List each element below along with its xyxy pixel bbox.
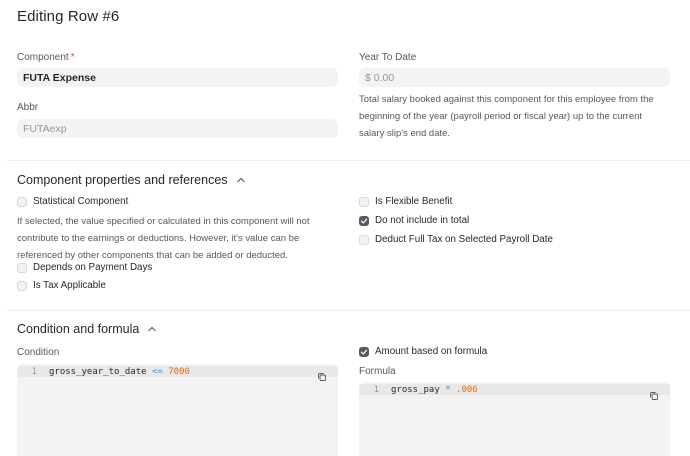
line-number: 1 [373, 384, 379, 395]
code-number: .006 [456, 384, 478, 395]
statistical-desc-line: If selected, the value specified or calc… [17, 216, 310, 227]
depends-on-payment-days-checkbox[interactable]: Depends on Payment Days [17, 262, 152, 273]
checkbox-label: Depends on Payment Days [33, 262, 153, 273]
component-value: FUTA Expense [23, 71, 96, 84]
condition-section-header[interactable]: Condition and formula [17, 322, 157, 336]
ytd-description: Total salary booked against this compone… [359, 91, 679, 142]
checkbox-checked[interactable] [359, 215, 369, 226]
properties-section-header[interactable]: Component properties and references [17, 173, 246, 187]
statistical-component-checkbox[interactable]: Statistical Component [17, 196, 128, 207]
ytd-value: $ 0.00 [365, 71, 395, 84]
checkbox-unchecked[interactable] [359, 196, 369, 207]
checkbox-unchecked[interactable] [359, 234, 369, 245]
condition-heading: Condition and formula [17, 322, 140, 336]
component-label: Component * [17, 52, 75, 63]
code-line: 1 gross_pay * .006 [359, 384, 670, 395]
checkbox-label: Is Tax Applicable [33, 280, 106, 291]
checkbox-label: Amount based on formula [375, 346, 488, 357]
checkbox-unchecked[interactable] [17, 280, 27, 291]
checkbox-checked[interactable] [359, 346, 369, 357]
checkbox-label: Is Flexible Benefit [375, 196, 453, 207]
ytd-desc-line: beginning of the year (payroll period or… [359, 111, 643, 122]
formula-label: Formula [359, 366, 396, 377]
code-variable: gross_pay [391, 384, 440, 395]
statistical-desc-line: contribute to the earnings or deductions… [17, 233, 300, 244]
ytd-desc-line: salary slip's end date. [359, 128, 451, 139]
chevron-up-icon[interactable] [147, 324, 157, 334]
section-divider [7, 160, 690, 161]
code-line: 1 gross_year_to_date <= 7000 [17, 366, 338, 377]
required-mark: * [70, 52, 75, 63]
chevron-up-icon[interactable] [236, 175, 246, 185]
checkbox-label: Statistical Component [33, 196, 129, 207]
properties-heading: Component properties and references [17, 173, 228, 187]
code-text: gross_pay * .006 [391, 385, 478, 395]
is-tax-applicable-checkbox[interactable]: Is Tax Applicable [17, 280, 106, 291]
condition-code-editor[interactable]: 1 gross_year_to_date <= 7000 [17, 364, 338, 456]
ytd-input[interactable]: $ 0.00 [359, 68, 670, 87]
amount-based-on-formula-checkbox[interactable]: Amount based on formula [359, 346, 487, 357]
line-number: 1 [31, 366, 37, 377]
checkbox-unchecked[interactable] [17, 196, 27, 207]
ytd-label: Year To Date [359, 52, 417, 63]
checkbox-unchecked[interactable] [17, 262, 27, 273]
condition-label: Condition [17, 347, 60, 358]
abbr-label: Abbr [17, 102, 39, 113]
code-operator: <= [151, 366, 163, 377]
checkbox-label: Deduct Full Tax on Selected Payroll Date [375, 234, 553, 245]
is-flexible-benefit-checkbox[interactable]: Is Flexible Benefit [359, 196, 452, 207]
code-text: gross_year_to_date <= 7000 [49, 367, 190, 377]
do-not-include-in-total-checkbox[interactable]: Do not include in total [359, 215, 469, 226]
checkbox-label: Do not include in total [375, 215, 470, 226]
statistical-description: If selected, the value specified or calc… [17, 213, 347, 264]
check-icon [360, 218, 368, 224]
code-variable: gross_year_to_date [49, 366, 147, 377]
page-title: Editing Row #6 [17, 8, 120, 25]
code-number: 7000 [168, 366, 190, 377]
check-icon [360, 349, 368, 355]
code-operator: * [445, 384, 451, 395]
copy-icon[interactable] [649, 391, 659, 401]
abbr-input[interactable]: FUTAexp [17, 119, 338, 138]
component-input[interactable]: FUTA Expense [17, 68, 338, 87]
deduct-full-tax-checkbox[interactable]: Deduct Full Tax on Selected Payroll Date [359, 234, 553, 245]
component-label-text: Component [17, 52, 69, 63]
formula-code-editor[interactable]: 1 gross_pay * .006 [359, 382, 670, 456]
abbr-placeholder: FUTAexp [23, 122, 67, 135]
copy-icon[interactable] [317, 372, 327, 382]
ytd-desc-line: Total salary booked against this compone… [359, 94, 654, 105]
section-divider [7, 310, 690, 311]
